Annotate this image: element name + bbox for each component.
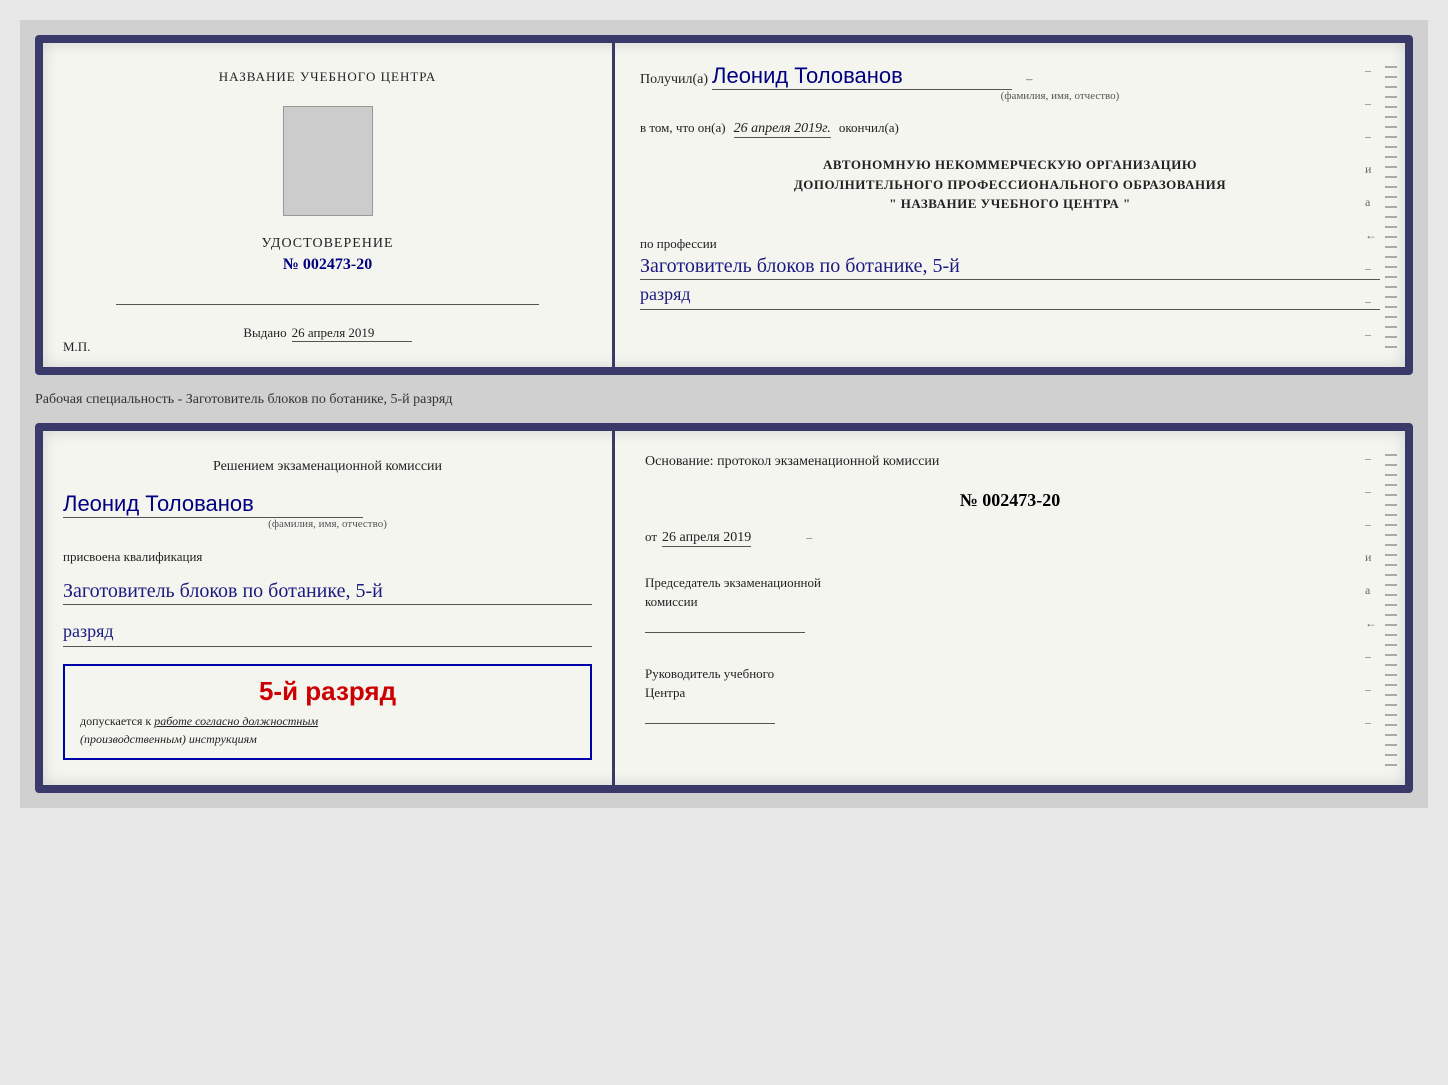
dash2: – — [1365, 96, 1377, 111]
commission-text: Решением экзаменационной комиссии — [63, 456, 592, 478]
org-line3: " НАЗВАНИЕ УЧЕБНОГО ЦЕНТРА " — [640, 194, 1380, 214]
r-dash7: – — [1365, 649, 1377, 664]
recipient-block: Получил(а) Леонид Толованов – (фамилия, … — [640, 63, 1380, 102]
fio-subtitle-1: (фамилия, имя, отчество) — [740, 90, 1380, 102]
r-dash4: и — [1365, 550, 1377, 565]
r-dash1: – — [1365, 451, 1377, 466]
r-dash9: – — [1365, 715, 1377, 730]
mp-label: М.П. — [63, 339, 90, 355]
director-signature-line — [645, 723, 775, 724]
completion-date: 26 апреля 2019г. — [734, 121, 831, 138]
dash8: – — [1365, 294, 1377, 309]
date-prefix: от — [645, 527, 657, 547]
chairman-line2: комиссии — [645, 592, 1375, 612]
cert-label: УДОСТОВЕРЕНИЕ — [261, 236, 393, 252]
received-label: Получил(а) — [640, 72, 708, 87]
r-dash5: а — [1365, 583, 1377, 598]
completion-block: в том, что он(а) 26 апреля 2019г. окончи… — [640, 118, 1380, 138]
cert-title-block: УДОСТОВЕРЕНИЕ № 002473-20 — [261, 236, 393, 274]
dash6: ← — [1365, 228, 1377, 243]
cert-number: № 002473-20 — [261, 256, 393, 274]
r-dash2: – — [1365, 484, 1377, 499]
issued-line: Выдано 26 апреля 2019 — [243, 325, 411, 342]
stamp-rank: 5-й разряд — [80, 676, 575, 707]
director-line1: Руководитель учебного — [645, 664, 1375, 684]
stamp-underline: работе согласно должностным — [154, 714, 318, 728]
r-dash3: – — [1365, 517, 1377, 532]
r-dash6: ← — [1365, 616, 1377, 631]
side-dashes-1: – – – и а ← – – – — [1365, 63, 1377, 342]
in-that-label: в том, что он(а) — [640, 118, 726, 138]
separator-label: Рабочая специальность - Заготовитель бло… — [35, 384, 452, 415]
finished-label: окончил(а) — [839, 118, 899, 138]
doc2-left-panel: Решением экзаменационной комиссии Леонид… — [43, 431, 615, 785]
org-line1: АВТОНОМНУЮ НЕКОММЕРЧЕСКУЮ ОРГАНИЗАЦИЮ — [640, 155, 1380, 175]
director-block: Руководитель учебного Центра — [645, 664, 1375, 724]
document-card-2: Решением экзаменационной комиссии Леонид… — [35, 423, 1413, 793]
issued-label: Выдано — [243, 325, 286, 341]
chairman-line1: Председатель экзаменационной — [645, 573, 1375, 593]
stamp-line2: (производственным) инструкциям — [80, 732, 257, 746]
fio-subtitle-2: (фамилия, имя, отчество) — [63, 518, 592, 530]
recipient-name-1: Леонид Толованов — [712, 63, 1012, 90]
doc2-recipient-block: Леонид Толованов (фамилия, имя, отчество… — [63, 491, 592, 530]
photo-placeholder — [283, 106, 373, 216]
doc2-right-panel: – – – и а ← – – – Основание: протокол эк… — [615, 431, 1405, 785]
qualification-value: Заготовитель блоков по ботанике, 5-й — [63, 578, 592, 605]
dash4: и — [1365, 162, 1377, 177]
side-dashes-2: – – – и а ← – – – — [1365, 451, 1377, 730]
dash1: – — [1365, 63, 1377, 78]
stamp-line1: допускается к работе согласно должностны… — [80, 714, 318, 728]
separator-text: Рабочая специальность - Заготовитель бло… — [35, 390, 1413, 408]
date-block: от 26 апреля 2019 – — [645, 527, 1375, 547]
basis-text: Основание: протокол экзаменационной коми… — [645, 451, 1375, 473]
org-line2: ДОПОЛНИТЕЛЬНОГО ПРОФЕССИОНАЛЬНОГО ОБРАЗО… — [640, 175, 1380, 195]
stamp-box: 5-й разряд допускается к работе согласно… — [63, 664, 592, 760]
doc1-left-panel: НАЗВАНИЕ УЧЕБНОГО ЦЕНТРА УДОСТОВЕРЕНИЕ №… — [43, 43, 615, 367]
dash7: – — [1365, 261, 1377, 276]
dash9: – — [1365, 327, 1377, 342]
date-dash: – — [806, 530, 812, 545]
dash3: – — [1365, 129, 1377, 144]
profession-label: по профессии — [640, 236, 717, 251]
profession-value-1: Заготовитель блоков по ботанике, 5-й — [640, 253, 1380, 280]
stamp-text-block: допускается к работе согласно должностны… — [80, 712, 575, 748]
protocol-number: № 002473-20 — [645, 490, 1375, 511]
recipient-name-2: Леонид Толованов — [63, 491, 363, 518]
org-block: АВТОНОМНУЮ НЕКОММЕРЧЕСКУЮ ОРГАНИЗАЦИЮ ДО… — [640, 155, 1380, 214]
dash5: а — [1365, 195, 1377, 210]
r-dash8: – — [1365, 682, 1377, 697]
stamp-allowed-label: допускается к — [80, 714, 151, 728]
rank-value-1: разряд — [640, 280, 1380, 310]
qualification-label: присвоена квалификация — [63, 547, 592, 567]
rank-value-2: разряд — [63, 617, 592, 647]
date-value: 26 апреля 2019 — [662, 530, 751, 547]
page-container: НАЗВАНИЕ УЧЕБНОГО ЦЕНТРА УДОСТОВЕРЕНИЕ №… — [20, 20, 1428, 808]
chairman-signature-line — [645, 632, 805, 633]
director-line2: Центра — [645, 683, 1375, 703]
issued-date: 26 апреля 2019 — [292, 325, 412, 342]
chairman-block: Председатель экзаменационной комиссии — [645, 573, 1375, 633]
doc1-school-title: НАЗВАНИЕ УЧЕБНОГО ЦЕНТРА — [219, 68, 436, 86]
profession-block: по профессии Заготовитель блоков по бота… — [640, 234, 1380, 310]
doc1-right-panel: – – – и а ← – – – Получил(а) Леонид Толо… — [615, 43, 1405, 367]
document-card-1: НАЗВАНИЕ УЧЕБНОГО ЦЕНТРА УДОСТОВЕРЕНИЕ №… — [35, 35, 1413, 375]
